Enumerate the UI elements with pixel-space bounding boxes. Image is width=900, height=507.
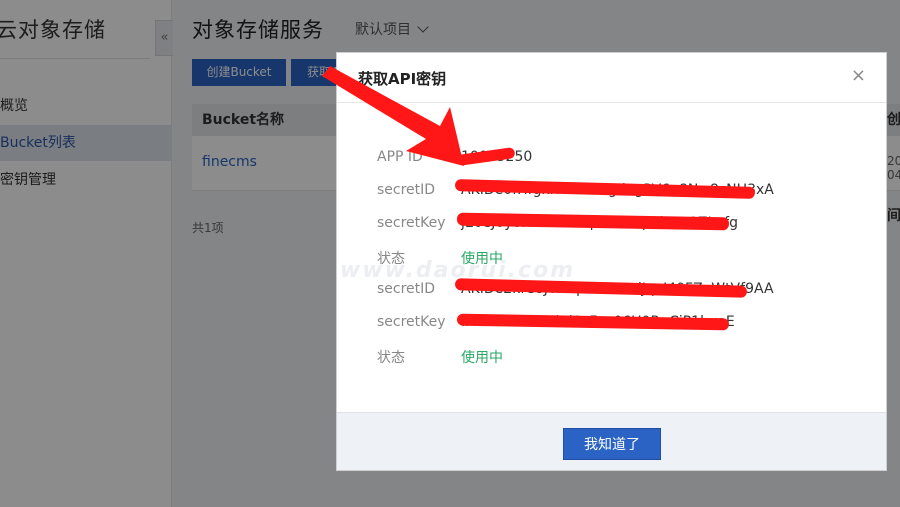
annotation-arrow-icon xyxy=(322,66,464,166)
annotation-arrow-shape xyxy=(322,66,464,166)
